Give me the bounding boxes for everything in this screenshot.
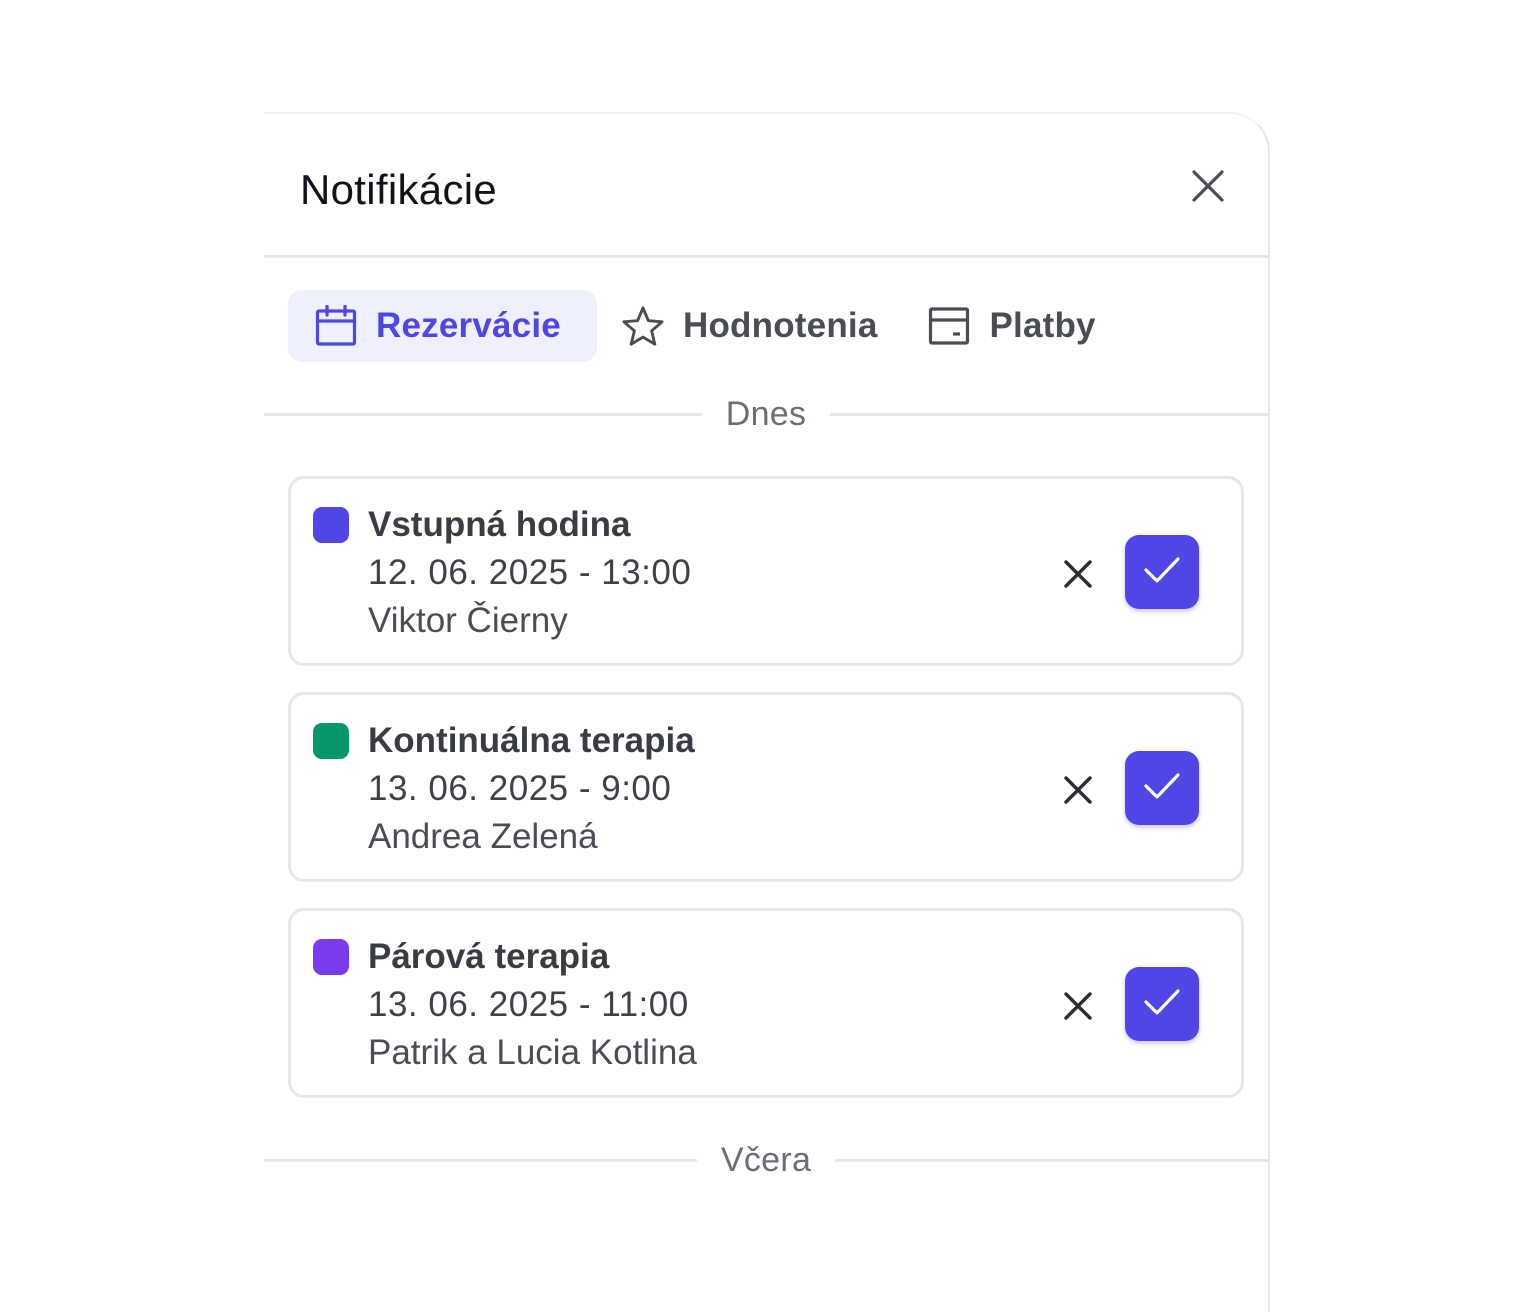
section-label: Včera [720,1140,812,1179]
appointment-type: Vstupná hodina [368,505,631,544]
wallet-icon [927,304,971,348]
accept-button[interactable] [1125,535,1199,609]
divider-line [830,412,1269,416]
close-button[interactable] [1186,166,1230,210]
category-color-dot [313,723,349,759]
notifications-panel: Notifikácie Rezervácie Hodnotenia Platby… [264,112,1270,1312]
close-icon [1064,991,1092,1025]
appointment-type: Kontinuálna terapia [368,721,695,760]
divider-line [264,1158,697,1162]
close-icon [1191,169,1225,208]
tab-label: Rezervácie [376,306,561,345]
tab-hodnotenia[interactable]: Hodnotenia [621,290,877,362]
divider-line [264,412,702,416]
tab-platby[interactable]: Platby [927,290,1096,362]
appointment-datetime: 12. 06. 2025 - 13:00 [368,553,692,592]
section-divider-yesterday: Včera [264,1140,1269,1180]
check-icon [1144,772,1180,805]
divider-line [835,1158,1269,1162]
reject-button[interactable] [1053,551,1103,601]
category-color-dot [313,939,349,975]
client-name: Viktor Čierny [368,601,568,640]
reject-button[interactable] [1053,767,1103,817]
check-icon [1144,988,1180,1021]
reject-button[interactable] [1053,983,1103,1033]
section-divider-today: Dnes [264,394,1269,434]
section-label: Dnes [725,394,807,433]
check-icon [1144,556,1180,589]
appointment-datetime: 13. 06. 2025 - 11:00 [368,985,689,1024]
accept-button[interactable] [1125,751,1199,825]
tab-rezervacie[interactable]: Rezervácie [288,290,597,362]
tab-bar: Rezervácie Hodnotenia Platby [288,290,1096,362]
notification-card: Vstupná hodina 12. 06. 2025 - 13:00 Vikt… [288,476,1244,666]
tab-label: Platby [989,306,1096,345]
star-icon [621,304,665,348]
accept-button[interactable] [1125,967,1199,1041]
close-icon [1064,559,1092,593]
category-color-dot [313,507,349,543]
client-name: Patrik a Lucia Kotlina [368,1033,697,1072]
client-name: Andrea Zelená [368,817,598,856]
calendar-icon [314,304,358,348]
appointment-type: Párová terapia [368,937,610,976]
panel-title: Notifikácie [300,166,498,213]
tab-label: Hodnotenia [683,306,878,345]
close-icon [1064,775,1092,809]
panel-header: Notifikácie [264,114,1268,258]
appointment-datetime: 13. 06. 2025 - 9:00 [368,769,672,808]
notification-card: Kontinuálna terapia 13. 06. 2025 - 9:00 … [288,692,1244,882]
notification-card: Párová terapia 13. 06. 2025 - 11:00 Patr… [288,908,1244,1098]
